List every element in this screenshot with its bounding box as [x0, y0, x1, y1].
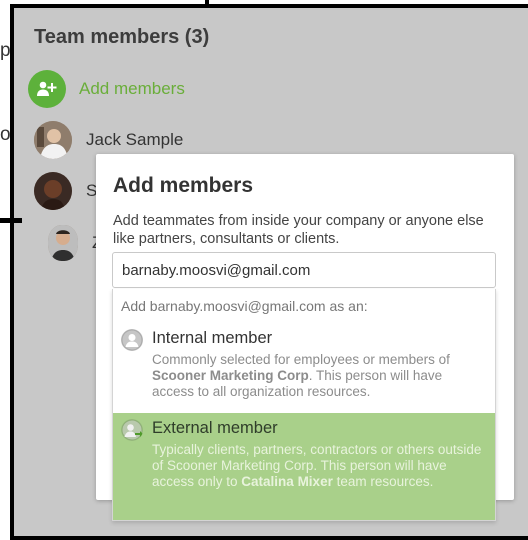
- add-members-button[interactable]: Add members: [28, 70, 185, 108]
- team-members-title: Team members (3): [34, 26, 210, 48]
- add-user-icon: [28, 70, 66, 108]
- external-member-option[interactable]: External member Typically clients, partn…: [113, 413, 495, 520]
- modal-title: Add members: [113, 174, 254, 197]
- internal-member-title: Internal member: [152, 329, 273, 347]
- member-row[interactable]: S: [34, 172, 97, 210]
- avatar: [48, 225, 78, 261]
- avatar: [34, 121, 72, 159]
- dropdown-header: Add barnaby.moosvi@gmail.com as an:: [121, 298, 368, 314]
- member-type-dropdown: Add barnaby.moosvi@gmail.com as an: Inte…: [112, 289, 496, 521]
- external-member-title: External member: [152, 419, 278, 437]
- add-members-label: Add members: [79, 79, 185, 98]
- avatar: [34, 172, 72, 210]
- member-name: Jack Sample: [86, 130, 184, 149]
- user-icon: [121, 329, 143, 351]
- clipped-text-2: o: [0, 124, 11, 145]
- modal-description: Add teammates from inside your company o…: [113, 213, 484, 247]
- external-member-description: Typically clients, partners, contractors…: [152, 442, 482, 489]
- frame-divider: [0, 218, 22, 223]
- external-user-icon: [121, 419, 143, 441]
- internal-member-option[interactable]: Internal member Commonly selected for em…: [113, 323, 495, 409]
- member-row[interactable]: Z: [48, 225, 102, 261]
- add-members-modal: Add members Add teammates from inside yo…: [96, 154, 514, 521]
- clipped-text-1: p: [0, 40, 11, 61]
- email-input[interactable]: [112, 252, 496, 288]
- internal-member-description: Commonly selected for employees or membe…: [152, 352, 450, 399]
